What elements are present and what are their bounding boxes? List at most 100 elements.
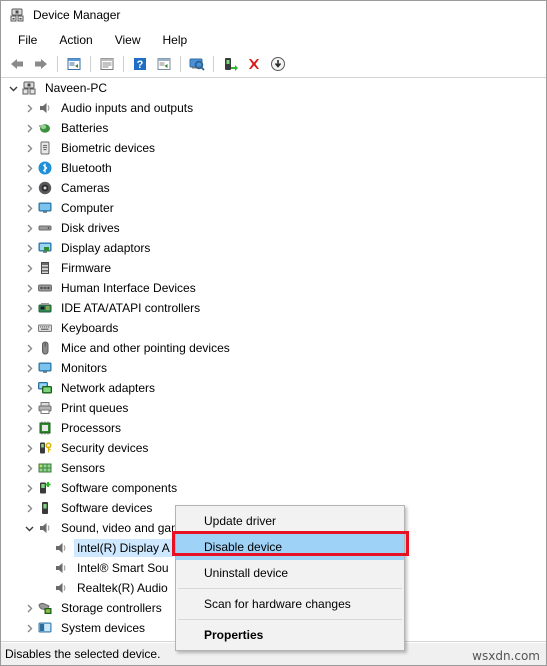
watermark: wsxdn.com xyxy=(472,649,540,663)
tree-row-audio-inputs-and-outputs[interactable]: Audio inputs and outputs xyxy=(1,98,546,118)
tree-row-cameras[interactable]: Cameras xyxy=(1,178,546,198)
uninstall-device-icon[interactable] xyxy=(243,53,265,75)
tree-row-mice-and-other-pointing-devices[interactable]: Mice and other pointing devices xyxy=(1,338,546,358)
chevron-right-icon[interactable] xyxy=(21,338,37,358)
context-menu-item-properties[interactable]: Properties xyxy=(176,622,404,648)
tree-item-label: Realtek(R) Audio xyxy=(77,581,168,595)
tree-item-label: Cameras xyxy=(61,181,110,195)
view-icon[interactable] xyxy=(153,53,175,75)
menu-view[interactable]: View xyxy=(104,31,152,49)
chevron-right-icon[interactable] xyxy=(21,498,37,518)
tree-item-label: Processors xyxy=(61,421,122,435)
tree-row-keyboards[interactable]: Keyboards xyxy=(1,318,546,338)
tree-item-label: Batteries xyxy=(61,121,109,135)
chevron-right-icon[interactable] xyxy=(21,478,37,498)
back-icon[interactable] xyxy=(6,53,28,75)
toolbar-separator xyxy=(180,56,181,72)
chevron-right-icon[interactable] xyxy=(21,618,37,638)
context-menu-item-disable-device[interactable]: Disable device xyxy=(176,534,404,560)
tree-item-label: Mice and other pointing devices xyxy=(61,341,230,355)
network-adapter-icon xyxy=(37,380,53,396)
context-menu-separator xyxy=(178,588,402,589)
chevron-right-icon[interactable] xyxy=(21,178,37,198)
forward-icon[interactable] xyxy=(30,53,52,75)
monitor-icon xyxy=(37,200,53,216)
device-manager-window: Device Manager File Action View Help ? N… xyxy=(0,0,547,666)
camera-icon xyxy=(37,180,53,196)
context-menu-item-scan-for-hardware-changes[interactable]: Scan for hardware changes xyxy=(176,591,404,617)
chevron-right-icon[interactable] xyxy=(21,278,37,298)
chevron-right-icon[interactable] xyxy=(21,438,37,458)
help-icon[interactable]: ? xyxy=(129,53,151,75)
tree-row-bluetooth[interactable]: Bluetooth xyxy=(1,158,546,178)
tree-item-label: Disk drives xyxy=(61,221,120,235)
tree-row-sensors[interactable]: Sensors xyxy=(1,458,546,478)
chevron-right-icon[interactable] xyxy=(21,218,37,238)
tree-row-ide-ata-atapi-controllers[interactable]: IDE ATA/ATAPI controllers xyxy=(1,298,546,318)
chevron-right-icon[interactable] xyxy=(21,258,37,278)
chevron-right-icon[interactable] xyxy=(21,598,37,618)
tree-row-network-adapters[interactable]: Network adapters xyxy=(1,378,546,398)
speaker-icon xyxy=(53,580,69,596)
speaker-icon xyxy=(53,540,69,556)
processor-icon xyxy=(37,420,53,436)
tree-item-label: Human Interface Devices xyxy=(61,281,196,295)
tree-row-print-queues[interactable]: Print queues xyxy=(1,398,546,418)
tree-row-software-components[interactable]: Software components xyxy=(1,478,546,498)
disk-icon xyxy=(37,220,53,236)
monitor-icon xyxy=(37,360,53,376)
disable-device-icon[interactable] xyxy=(267,53,289,75)
tree-row-computer[interactable]: Computer xyxy=(1,198,546,218)
chevron-right-icon[interactable] xyxy=(21,298,37,318)
chevron-right-icon[interactable] xyxy=(21,118,37,138)
tree-item-label: Storage controllers xyxy=(61,601,162,615)
tree-row-monitors[interactable]: Monitors xyxy=(1,358,546,378)
tree-item-label: System devices xyxy=(61,621,146,635)
update-driver-icon[interactable] xyxy=(219,53,241,75)
tree-row-batteries[interactable]: Batteries xyxy=(1,118,546,138)
menu-action[interactable]: Action xyxy=(48,31,103,49)
chevron-down-icon[interactable] xyxy=(21,518,37,538)
chevron-right-icon[interactable] xyxy=(21,98,37,118)
tree-row-disk-drives[interactable]: Disk drives xyxy=(1,218,546,238)
context-menu[interactable]: Update driver Disable device Uninstall dev… xyxy=(175,505,405,651)
chevron-right-icon[interactable] xyxy=(21,198,37,218)
tree-row-root[interactable]: Naveen-PC xyxy=(1,78,546,98)
chevron-right-icon[interactable] xyxy=(21,458,37,478)
chevron-right-icon[interactable] xyxy=(21,138,37,158)
tree-item-label: Keyboards xyxy=(61,321,119,335)
menu-help[interactable]: Help xyxy=(152,31,199,49)
tree-row-human-interface-devices[interactable]: Human Interface Devices xyxy=(1,278,546,298)
chevron-right-icon[interactable] xyxy=(21,238,37,258)
chevron-right-icon[interactable] xyxy=(21,378,37,398)
security-device-icon xyxy=(37,440,53,456)
chevron-right-icon[interactable] xyxy=(21,158,37,178)
chevron-right-icon[interactable] xyxy=(21,418,37,438)
show-hidden-devices-icon[interactable] xyxy=(63,53,85,75)
tree-row-display-adaptors[interactable]: Display adaptors xyxy=(1,238,546,258)
properties-icon[interactable] xyxy=(96,53,118,75)
chevron-down-icon[interactable] xyxy=(5,78,21,98)
hid-icon xyxy=(37,280,53,296)
chevron-right-icon[interactable] xyxy=(21,318,37,338)
tree-row-firmware[interactable]: Firmware xyxy=(1,258,546,278)
tree-item-label: Security devices xyxy=(61,441,149,455)
chevron-right-icon[interactable] xyxy=(21,398,37,418)
tree-row-biometric-devices[interactable]: Biometric devices xyxy=(1,138,546,158)
speaker-icon xyxy=(37,520,53,536)
context-menu-item-update-driver[interactable]: Update driver xyxy=(176,508,404,534)
chevron-right-icon[interactable] xyxy=(21,358,37,378)
menu-file[interactable]: File xyxy=(7,31,48,49)
tree-row-processors[interactable]: Processors xyxy=(1,418,546,438)
toolbar-separator xyxy=(213,56,214,72)
tree-row-security-devices[interactable]: Security devices xyxy=(1,438,546,458)
scan-for-hardware-changes-icon[interactable] xyxy=(186,53,208,75)
fingerprint-icon xyxy=(37,140,53,156)
tree-root-label: Naveen-PC xyxy=(45,81,108,95)
context-menu-item-uninstall-device[interactable]: Uninstall device xyxy=(176,560,404,586)
keyboard-icon xyxy=(37,320,53,336)
toolbar: ? xyxy=(1,51,546,78)
window-title: Device Manager xyxy=(33,8,121,22)
